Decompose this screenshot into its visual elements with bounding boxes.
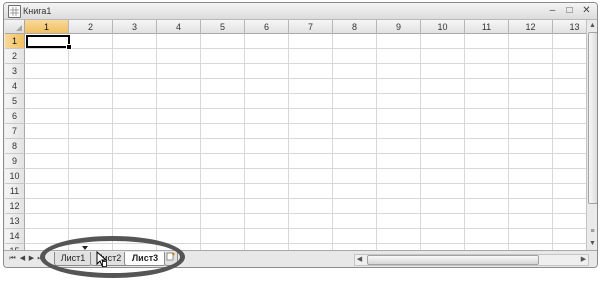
grid-column-line <box>464 34 465 250</box>
workbook-window: Книга1 – □ ✕ 1 2 3 4 5 6 7 8 9 10 11 12 13 1 2 3 4 5 6 7 8 9 1… <box>3 2 598 268</box>
row-header[interactable]: 4 <box>5 79 25 94</box>
column-header[interactable]: 1 <box>25 20 69 34</box>
grid-row-line <box>25 108 586 109</box>
column-header[interactable]: 5 <box>201 20 245 34</box>
column-header[interactable]: 10 <box>421 20 465 34</box>
column-header[interactable]: 3 <box>113 20 157 34</box>
grid-column-line <box>112 34 113 250</box>
row-header[interactable]: 5 <box>5 94 25 109</box>
grid-column-line <box>156 34 157 250</box>
grid-row-line <box>25 228 586 229</box>
maximize-icon[interactable]: □ <box>562 4 577 17</box>
horizontal-scrollbar[interactable]: ◀ ▶ <box>354 254 589 266</box>
row-header[interactable]: 12 <box>5 199 25 214</box>
grid-column-line <box>244 34 245 250</box>
grid-row-line <box>25 183 586 184</box>
window-title: Книга1 <box>23 6 52 16</box>
scroll-up-icon[interactable]: ▲ <box>588 21 597 30</box>
vertical-scrollbar[interactable]: ▲ ≡ ▼ <box>586 20 597 250</box>
select-all-corner[interactable] <box>5 20 25 34</box>
close-icon[interactable]: ✕ <box>579 4 594 17</box>
first-sheet-icon[interactable]: ⏮ <box>8 254 17 264</box>
row-header[interactable]: 2 <box>5 49 25 64</box>
row-header[interactable]: 7 <box>5 124 25 139</box>
row-header[interactable]: 6 <box>5 109 25 124</box>
column-header[interactable]: 7 <box>289 20 333 34</box>
grid-column-line <box>288 34 289 250</box>
workbook-icon[interactable] <box>8 5 21 18</box>
column-header[interactable]: 2 <box>69 20 113 34</box>
row-header[interactable]: 3 <box>5 64 25 79</box>
column-header[interactable]: 6 <box>245 20 289 34</box>
grid-row-line <box>25 48 586 49</box>
scroll-right-icon[interactable]: ▶ <box>579 255 588 265</box>
scroll-down-icon[interactable]: ▼ <box>588 239 597 248</box>
minimize-icon[interactable]: – <box>545 4 560 17</box>
grid-row-line <box>25 153 586 154</box>
grid-row-line <box>25 78 586 79</box>
grid-column-line <box>332 34 333 250</box>
grid-row-line <box>25 213 586 214</box>
row-header[interactable]: 11 <box>5 184 25 199</box>
grid-column-line <box>508 34 509 250</box>
scroll-left-icon[interactable]: ◀ <box>355 255 364 265</box>
column-header[interactable]: 9 <box>377 20 421 34</box>
column-header[interactable]: 4 <box>157 20 201 34</box>
grid-row-line <box>25 93 586 94</box>
grid-column-line <box>552 34 553 250</box>
column-header[interactable]: 11 <box>465 20 509 34</box>
worksheet-grid[interactable]: 1234567891011121312345678910111213141516 <box>5 20 586 250</box>
grid-column-line <box>200 34 201 250</box>
column-header[interactable]: 13 <box>553 20 586 34</box>
horizontal-scroll-thumb[interactable] <box>367 255 539 265</box>
highlight-oval <box>40 236 185 278</box>
split-icon[interactable]: ≡ <box>588 227 597 236</box>
grid-row-line <box>25 168 586 169</box>
grid-column-line <box>376 34 377 250</box>
vertical-scroll-thumb[interactable] <box>588 32 597 204</box>
row-header[interactable]: 10 <box>5 169 25 184</box>
grid-row-line <box>25 198 586 199</box>
column-header[interactable]: 12 <box>509 20 553 34</box>
grid-column-line <box>420 34 421 250</box>
prev-sheet-icon[interactable]: ◀ <box>18 254 27 264</box>
mouse-pointer-icon <box>96 251 108 268</box>
row-header[interactable]: 14 <box>5 229 25 244</box>
column-header[interactable]: 8 <box>333 20 377 34</box>
grid-row-line <box>25 123 586 124</box>
next-sheet-icon[interactable]: ▶ <box>27 254 36 264</box>
title-bar[interactable]: Книга1 – □ ✕ <box>4 3 597 20</box>
active-cell[interactable] <box>26 35 72 50</box>
row-header[interactable]: 13 <box>5 214 25 229</box>
row-header[interactable]: 9 <box>5 154 25 169</box>
grid-row-line <box>25 138 586 139</box>
row-header[interactable]: 8 <box>5 139 25 154</box>
grid-column-line <box>68 34 69 250</box>
row-header[interactable]: 1 <box>5 34 25 49</box>
grid-row-line <box>25 63 586 64</box>
